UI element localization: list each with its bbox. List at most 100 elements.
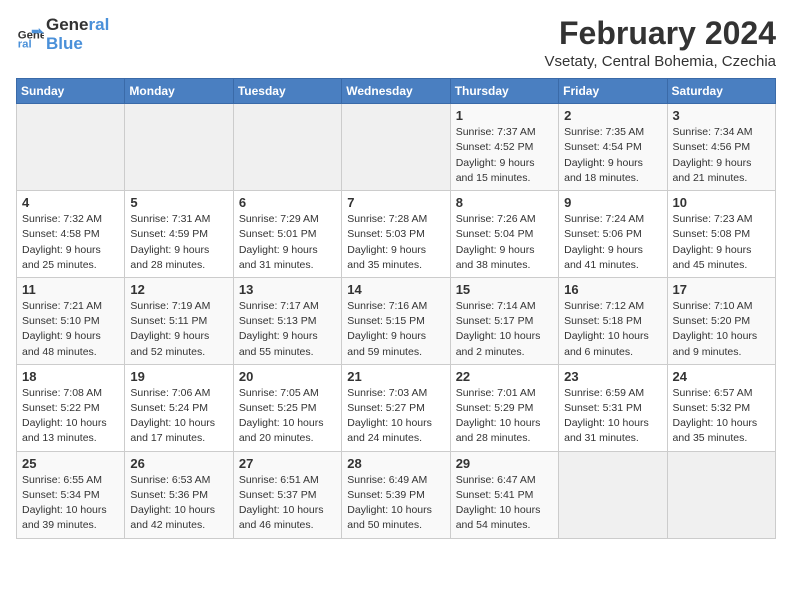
- calendar-table: SundayMondayTuesdayWednesdayThursdayFrid…: [16, 78, 776, 538]
- calendar-day-21: 21 Sunrise: 7:03 AM Sunset: 5:27 PM Dayli…: [342, 364, 450, 451]
- day-number: 21: [347, 369, 444, 384]
- calendar-empty-cell: [559, 451, 667, 538]
- day-info: Sunrise: 7:23 AM Sunset: 5:08 PM Dayligh…: [673, 212, 770, 273]
- calendar-day-1: 1Sunrise: 7:37 AM Sunset: 4:52 PM Daylig…: [450, 104, 558, 191]
- day-number: 20: [239, 369, 336, 384]
- calendar-day-29: 29 Sunrise: 6:47 AM Sunset: 5:41 PM Dayli…: [450, 451, 558, 538]
- day-number: 6: [239, 195, 336, 210]
- calendar-header: SundayMondayTuesdayWednesdayThursdayFrid…: [17, 79, 776, 104]
- day-info: Sunrise: 6:57 AM Sunset: 5:32 PM Dayligh…: [673, 386, 770, 447]
- day-number: 2: [564, 108, 661, 123]
- location: Vsetaty, Central Bohemia, Czechia: [545, 53, 777, 70]
- day-number: 29: [456, 456, 553, 471]
- day-info: Sunrise: 6:47 AM Sunset: 5:41 PM Dayligh…: [456, 473, 553, 534]
- calendar-day-27: 27 Sunrise: 6:51 AM Sunset: 5:37 PM Dayli…: [233, 451, 341, 538]
- calendar-empty-cell: [342, 104, 450, 191]
- calendar-body: 1Sunrise: 7:37 AM Sunset: 4:52 PM Daylig…: [17, 104, 776, 538]
- day-info: Sunrise: 6:51 AM Sunset: 5:37 PM Dayligh…: [239, 473, 336, 534]
- day-info: Sunrise: 7:29 AM Sunset: 5:01 PM Dayligh…: [239, 212, 336, 273]
- svg-text:ral: ral: [18, 38, 32, 49]
- day-number: 17: [673, 282, 770, 297]
- weekday-header-tuesday: Tuesday: [233, 79, 341, 104]
- calendar-day-10: 10 Sunrise: 7:23 AM Sunset: 5:08 PM Dayli…: [667, 191, 775, 278]
- calendar-day-6: 6 Sunrise: 7:29 AM Sunset: 5:01 PM Daylig…: [233, 191, 341, 278]
- calendar-day-19: 19 Sunrise: 7:06 AM Sunset: 5:24 PM Dayli…: [125, 364, 233, 451]
- calendar-day-28: 28Sunrise: 6:49 AM Sunset: 5:39 PM Dayli…: [342, 451, 450, 538]
- calendar-day-9: 9 Sunrise: 7:24 AM Sunset: 5:06 PM Daylig…: [559, 191, 667, 278]
- day-info: Sunrise: 7:24 AM Sunset: 5:06 PM Dayligh…: [564, 212, 661, 273]
- day-number: 26: [130, 456, 227, 471]
- calendar-day-15: 15 Sunrise: 7:14 AM Sunset: 5:17 PM Dayli…: [450, 277, 558, 364]
- calendar-day-5: 5 Sunrise: 7:31 AM Sunset: 4:59 PM Daylig…: [125, 191, 233, 278]
- day-number: 27: [239, 456, 336, 471]
- weekday-header-wednesday: Wednesday: [342, 79, 450, 104]
- day-number: 18: [22, 369, 119, 384]
- day-number: 16: [564, 282, 661, 297]
- weekday-header-friday: Friday: [559, 79, 667, 104]
- calendar-empty-cell: [17, 104, 125, 191]
- day-number: 24: [673, 369, 770, 384]
- day-info: Sunrise: 7:16 AM Sunset: 5:15 PM Dayligh…: [347, 299, 444, 360]
- day-info: Sunrise: 6:53 AM Sunset: 5:36 PM Dayligh…: [130, 473, 227, 534]
- title-block: February 2024 Vsetaty, Central Bohemia, …: [545, 16, 777, 70]
- calendar-day-23: 23 Sunrise: 6:59 AM Sunset: 5:31 PM Dayli…: [559, 364, 667, 451]
- day-number: 9: [564, 195, 661, 210]
- day-info: Sunrise: 6:49 AM Sunset: 5:39 PM Dayligh…: [347, 473, 444, 534]
- calendar-week-row: 25 Sunrise: 6:55 AM Sunset: 5:34 PM Dayli…: [17, 451, 776, 538]
- calendar-day-3: 3Sunrise: 7:34 AM Sunset: 4:56 PM Daylig…: [667, 104, 775, 191]
- logo-line2: Blue: [46, 35, 109, 54]
- calendar-day-11: 11 Sunrise: 7:21 AM Sunset: 5:10 PM Dayli…: [17, 277, 125, 364]
- day-info: Sunrise: 7:05 AM Sunset: 5:25 PM Dayligh…: [239, 386, 336, 447]
- calendar-empty-cell: [125, 104, 233, 191]
- day-info: Sunrise: 7:12 AM Sunset: 5:18 PM Dayligh…: [564, 299, 661, 360]
- day-number: 14: [347, 282, 444, 297]
- logo: Gene ral General Blue: [16, 16, 109, 53]
- day-info: Sunrise: 6:59 AM Sunset: 5:31 PM Dayligh…: [564, 386, 661, 447]
- day-info: Sunrise: 6:55 AM Sunset: 5:34 PM Dayligh…: [22, 473, 119, 534]
- month-year: February 2024: [545, 16, 777, 51]
- weekday-header-saturday: Saturday: [667, 79, 775, 104]
- calendar-empty-cell: [233, 104, 341, 191]
- day-number: 15: [456, 282, 553, 297]
- logo-icon: Gene ral: [16, 21, 44, 49]
- calendar-day-16: 16 Sunrise: 7:12 AM Sunset: 5:18 PM Dayli…: [559, 277, 667, 364]
- day-number: 7: [347, 195, 444, 210]
- calendar-day-7: 7Sunrise: 7:28 AM Sunset: 5:03 PM Daylig…: [342, 191, 450, 278]
- calendar-day-8: 8Sunrise: 7:26 AM Sunset: 5:04 PM Daylig…: [450, 191, 558, 278]
- day-number: 10: [673, 195, 770, 210]
- calendar-week-row: 18 Sunrise: 7:08 AM Sunset: 5:22 PM Dayli…: [17, 364, 776, 451]
- day-number: 11: [22, 282, 119, 297]
- day-info: Sunrise: 7:06 AM Sunset: 5:24 PM Dayligh…: [130, 386, 227, 447]
- calendar-day-24: 24 Sunrise: 6:57 AM Sunset: 5:32 PM Dayli…: [667, 364, 775, 451]
- day-number: 22: [456, 369, 553, 384]
- day-info: Sunrise: 7:08 AM Sunset: 5:22 PM Dayligh…: [22, 386, 119, 447]
- day-info: Sunrise: 7:03 AM Sunset: 5:27 PM Dayligh…: [347, 386, 444, 447]
- calendar-empty-cell: [667, 451, 775, 538]
- calendar-day-26: 26 Sunrise: 6:53 AM Sunset: 5:36 PM Dayli…: [125, 451, 233, 538]
- day-info: Sunrise: 7:21 AM Sunset: 5:10 PM Dayligh…: [22, 299, 119, 360]
- day-info: Sunrise: 7:01 AM Sunset: 5:29 PM Dayligh…: [456, 386, 553, 447]
- day-number: 25: [22, 456, 119, 471]
- calendar-day-17: 17 Sunrise: 7:10 AM Sunset: 5:20 PM Dayli…: [667, 277, 775, 364]
- day-info: Sunrise: 7:37 AM Sunset: 4:52 PM Dayligh…: [456, 125, 553, 186]
- calendar-day-4: 4 Sunrise: 7:32 AM Sunset: 4:58 PM Daylig…: [17, 191, 125, 278]
- calendar-day-13: 13Sunrise: 7:17 AM Sunset: 5:13 PM Dayli…: [233, 277, 341, 364]
- day-number: 4: [22, 195, 119, 210]
- day-number: 5: [130, 195, 227, 210]
- day-info: Sunrise: 7:14 AM Sunset: 5:17 PM Dayligh…: [456, 299, 553, 360]
- weekday-header-thursday: Thursday: [450, 79, 558, 104]
- day-number: 13: [239, 282, 336, 297]
- day-info: Sunrise: 7:35 AM Sunset: 4:54 PM Dayligh…: [564, 125, 661, 186]
- day-info: Sunrise: 7:10 AM Sunset: 5:20 PM Dayligh…: [673, 299, 770, 360]
- day-info: Sunrise: 7:32 AM Sunset: 4:58 PM Dayligh…: [22, 212, 119, 273]
- day-info: Sunrise: 7:34 AM Sunset: 4:56 PM Dayligh…: [673, 125, 770, 186]
- weekday-header-sunday: Sunday: [17, 79, 125, 104]
- weekday-header-row: SundayMondayTuesdayWednesdayThursdayFrid…: [17, 79, 776, 104]
- calendar-week-row: 4 Sunrise: 7:32 AM Sunset: 4:58 PM Daylig…: [17, 191, 776, 278]
- weekday-header-monday: Monday: [125, 79, 233, 104]
- day-number: 19: [130, 369, 227, 384]
- day-info: Sunrise: 7:31 AM Sunset: 4:59 PM Dayligh…: [130, 212, 227, 273]
- calendar-day-18: 18 Sunrise: 7:08 AM Sunset: 5:22 PM Dayli…: [17, 364, 125, 451]
- day-number: 23: [564, 369, 661, 384]
- calendar-day-25: 25 Sunrise: 6:55 AM Sunset: 5:34 PM Dayli…: [17, 451, 125, 538]
